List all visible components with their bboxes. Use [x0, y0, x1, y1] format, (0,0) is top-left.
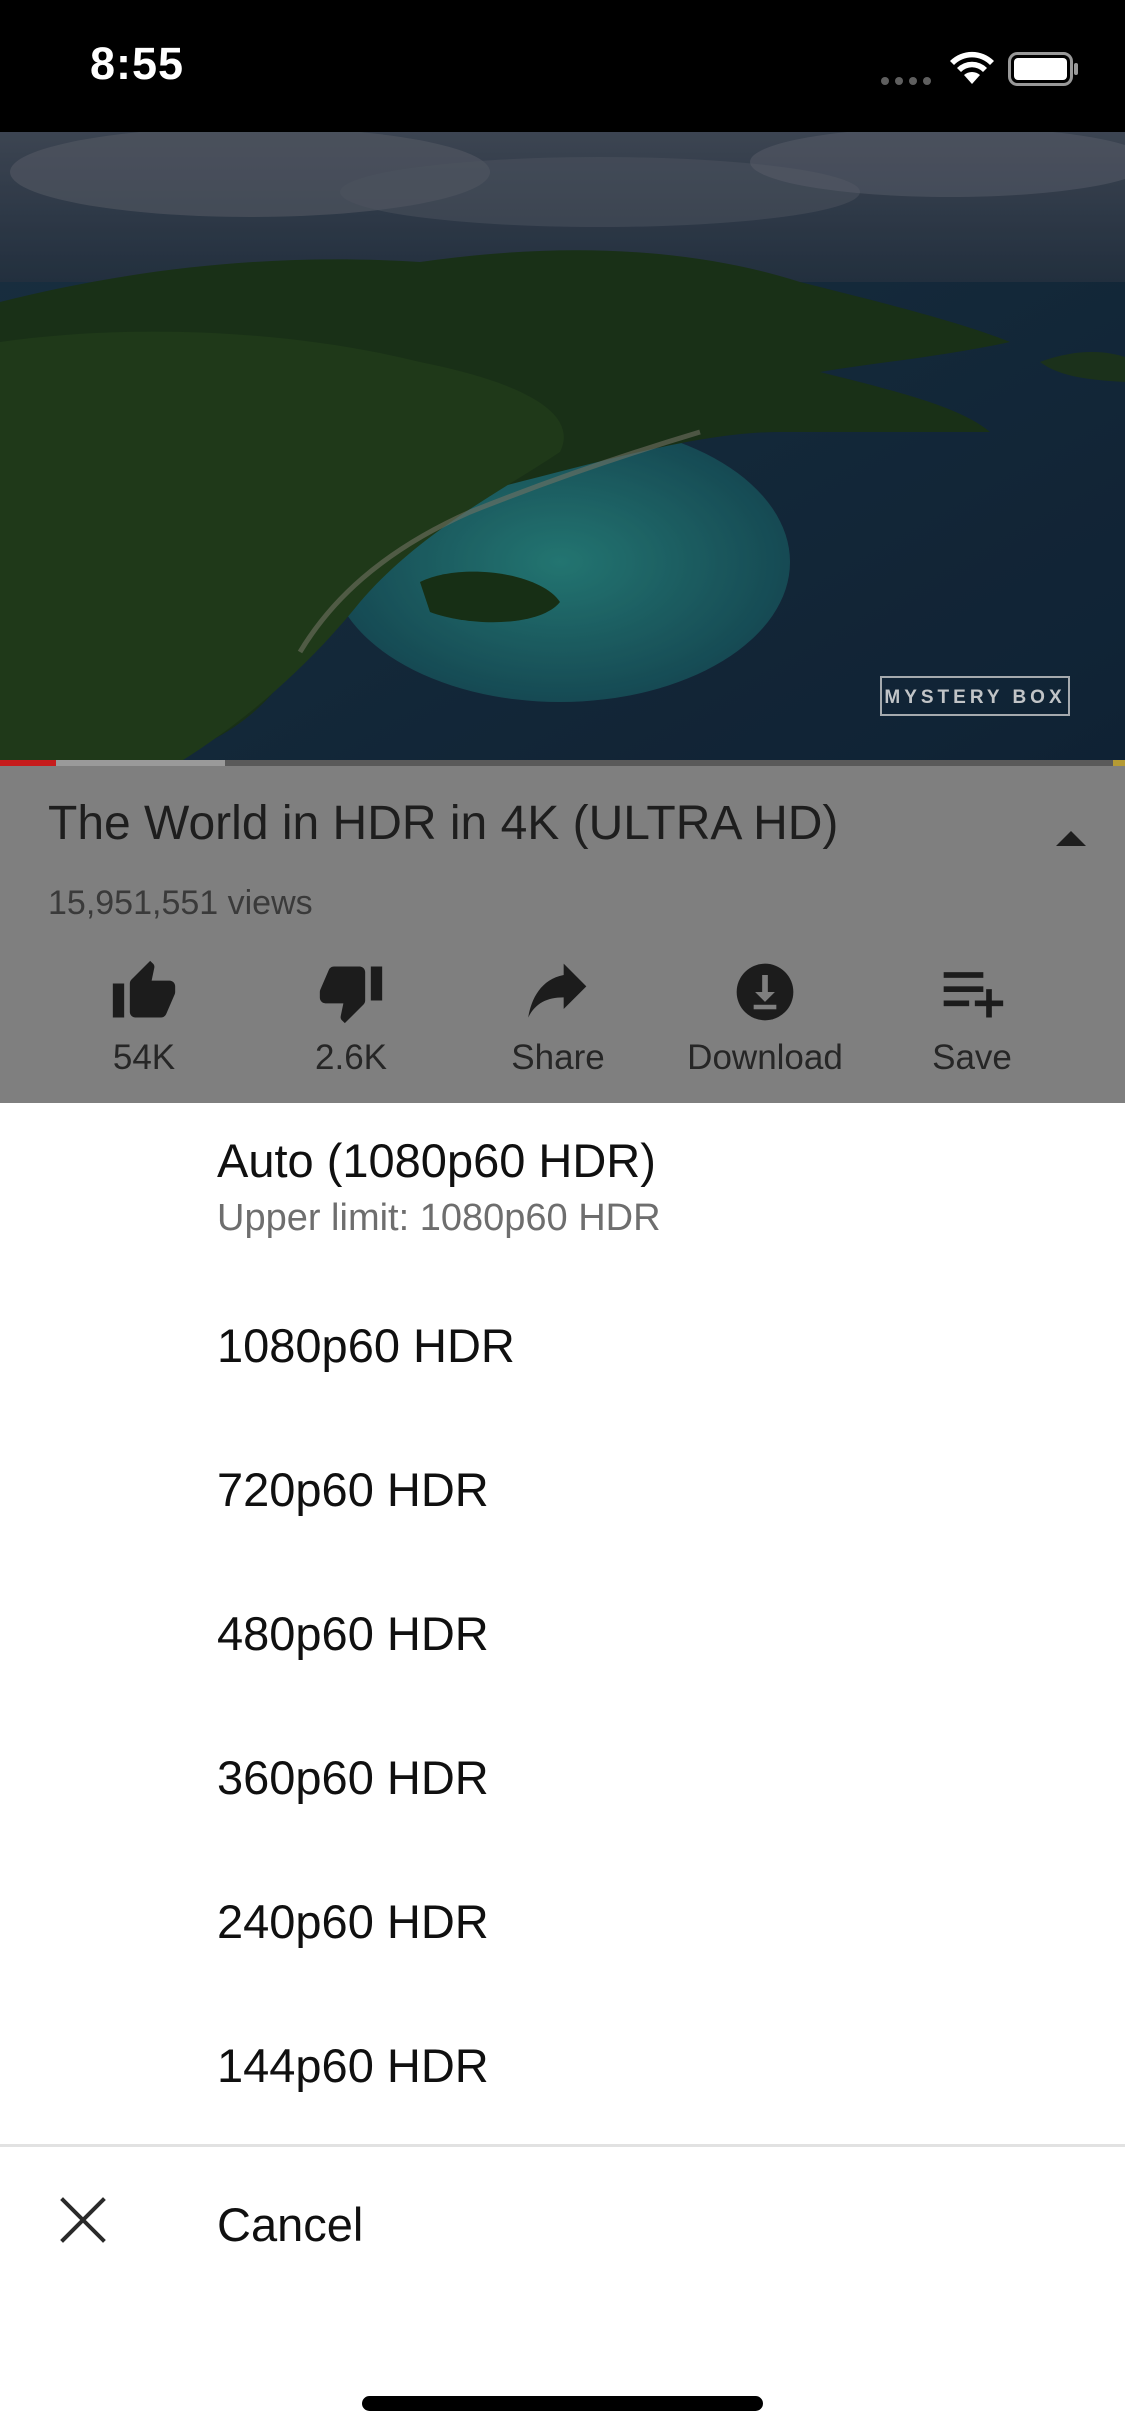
video-info-panel: The World in HDR in 4K (ULTRA HD) 15,951… [0, 766, 1125, 1103]
dislike-button[interactable]: 2.6K [248, 958, 454, 1088]
status-time: 8:55 [90, 38, 185, 89]
video-title[interactable]: The World in HDR in 4K (ULTRA HD) [48, 796, 838, 851]
battery-icon [1008, 52, 1078, 86]
quality-option-720p60[interactable]: 720p60 HDR [0, 1417, 1125, 1561]
quality-option-sublabel: Upper limit: 1080p60 HDR [217, 1197, 661, 1239]
home-indicator[interactable] [362, 2396, 763, 2411]
video-thumbnail [0, 132, 1125, 762]
quality-option-label: 144p60 HDR [217, 2039, 489, 2092]
thumbs-up-icon [112, 960, 176, 1018]
share-button[interactable]: Share [455, 958, 661, 1088]
save-label: Save [932, 1038, 1012, 1077]
quality-bottom-sheet: Auto (1080p60 HDR) Upper limit: 1080p60 … [0, 1103, 1125, 2436]
share-label: Share [511, 1038, 605, 1077]
cancel-button[interactable]: Cancel [0, 2147, 1125, 2297]
quality-option-360p60[interactable]: 360p60 HDR [0, 1705, 1125, 1849]
quality-option-240p60[interactable]: 240p60 HDR [0, 1849, 1125, 1993]
quality-option-label: 240p60 HDR [217, 1895, 489, 1948]
like-count: 54K [112, 1038, 176, 1077]
close-icon [60, 2197, 106, 2243]
status-bar: 8:55 [0, 0, 1125, 132]
collapse-icon[interactable] [1054, 828, 1088, 848]
download-icon [736, 963, 794, 1021]
quality-option-144p60[interactable]: 144p60 HDR [0, 1993, 1125, 2137]
wifi-icon [950, 51, 994, 84]
signal-icon [881, 77, 931, 85]
quality-option-label: 360p60 HDR [217, 1751, 489, 1804]
quality-option-auto[interactable]: Auto (1080p60 HDR) Upper limit: 1080p60 … [0, 1103, 1125, 1273]
quality-option-label: Auto (1080p60 HDR) [217, 1134, 656, 1187]
quality-option-label: 480p60 HDR [217, 1607, 489, 1660]
dislike-count: 2.6K [315, 1038, 387, 1077]
save-button[interactable]: Save [869, 958, 1075, 1088]
cancel-label: Cancel [217, 2198, 364, 2251]
video-player[interactable]: MYSTERY BOX [0, 132, 1125, 762]
like-button[interactable]: 54K [41, 958, 247, 1088]
quality-option-label: 1080p60 HDR [217, 1319, 515, 1372]
playlist-add-icon [943, 972, 1004, 1018]
share-icon [528, 963, 587, 1018]
thumbs-down-icon [319, 966, 383, 1024]
quality-option-1080p60[interactable]: 1080p60 HDR [0, 1273, 1125, 1417]
quality-option-label: 720p60 HDR [217, 1463, 489, 1516]
view-count: 15,951,551 views [48, 884, 313, 922]
download-label: Download [687, 1038, 843, 1077]
quality-option-480p60[interactable]: 480p60 HDR [0, 1561, 1125, 1705]
channel-watermark: MYSTERY BOX [880, 676, 1070, 716]
download-button[interactable]: Download [662, 958, 868, 1088]
action-bar: 54K 2.6K Share Download Save [0, 958, 1125, 1088]
